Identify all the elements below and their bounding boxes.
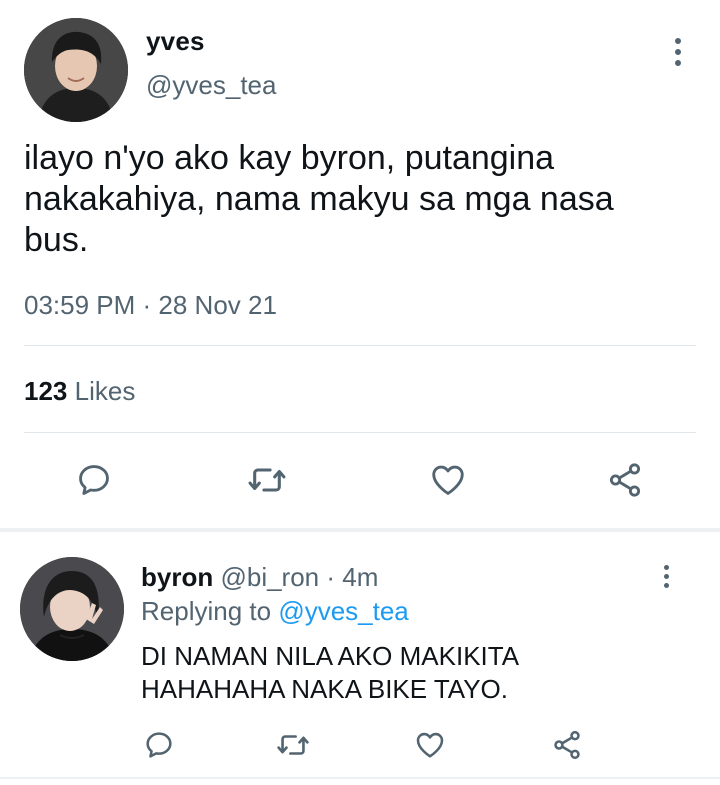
likes-label: Likes [74, 376, 136, 406]
reply-icon [146, 732, 172, 758]
replying-to: Replying to @yves_tea [141, 596, 409, 627]
retweet-icon [248, 468, 286, 492]
tweet-text: ilayo n'yo ako kay byron, putangina naka… [24, 139, 614, 259]
retweet-button[interactable] [276, 729, 310, 761]
share-button[interactable] [550, 729, 584, 761]
share-icon [609, 463, 641, 497]
more-icon[interactable] [673, 38, 683, 66]
heart-icon [416, 732, 444, 758]
reply-text: DI NAMAN NILA AKO MAKIKITA HAHAHAHA NAKA… [141, 641, 518, 704]
heart-icon [432, 465, 464, 495]
retweet-icon [277, 735, 309, 755]
display-name[interactable]: yves [146, 26, 205, 57]
likes-count[interactable]: 123 Likes [24, 376, 135, 407]
avatar-photo [24, 18, 128, 122]
reply-avatar[interactable] [20, 557, 124, 661]
avatar[interactable] [24, 18, 128, 122]
reply-icon [79, 465, 109, 495]
divider [24, 345, 696, 346]
reply-header: byron @bi_ron · 4m [141, 562, 378, 593]
replying-prefix: Replying to [141, 596, 272, 626]
divider [24, 432, 696, 433]
reply-display-name[interactable]: byron [141, 562, 213, 592]
section-separator [0, 777, 720, 779]
like-button[interactable] [413, 729, 447, 761]
more-icon[interactable] [661, 565, 671, 588]
reply-button[interactable] [75, 461, 113, 499]
replying-mention-link[interactable]: @yves_tea [278, 596, 408, 626]
tweet-thread: yves @yves_tea ilayo n'yo ako kay byron,… [0, 0, 720, 785]
tweet-timestamp[interactable]: 03:59 PM · 28 Nov 21 [24, 290, 277, 321]
share-icon [554, 730, 580, 760]
reply-handle-time[interactable]: @bi_ron · 4m [220, 562, 378, 592]
like-button[interactable] [428, 461, 468, 499]
section-separator [0, 528, 720, 532]
reply-button[interactable] [143, 729, 175, 761]
likes-number: 123 [24, 376, 68, 406]
avatar-photo [20, 557, 124, 661]
retweet-button[interactable] [247, 461, 287, 499]
user-handle[interactable]: @yves_tea [146, 70, 276, 101]
share-button[interactable] [605, 461, 645, 499]
